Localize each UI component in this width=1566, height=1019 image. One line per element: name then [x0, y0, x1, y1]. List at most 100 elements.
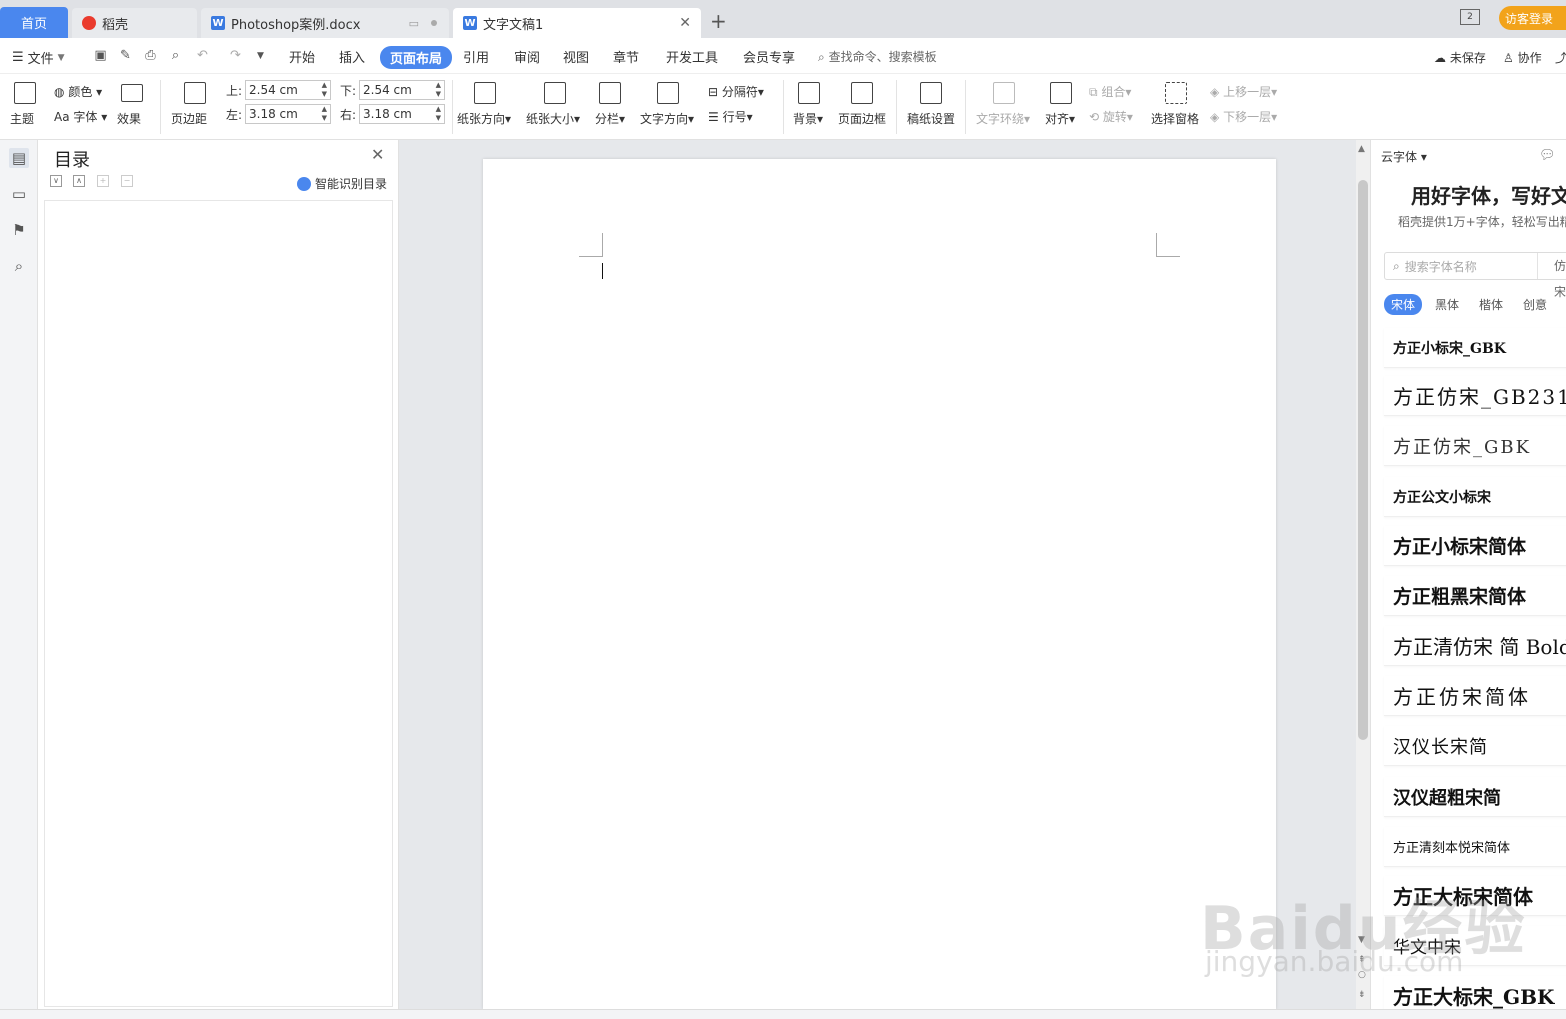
scroll-up-icon[interactable]: ▲: [1358, 144, 1365, 154]
document-page[interactable]: [483, 159, 1276, 1009]
grid-paper-icon[interactable]: [920, 82, 942, 104]
menu-references[interactable]: 引用: [463, 47, 489, 66]
unsaved-status[interactable]: ☁ 未保存: [1434, 49, 1486, 66]
tab-home[interactable]: 首页: [0, 7, 68, 38]
add-tab-button[interactable]: +: [710, 9, 727, 33]
font-category-kai[interactable]: 楷体: [1472, 294, 1510, 315]
cloud-font-header[interactable]: 云字体 ▾: [1381, 148, 1427, 165]
menu-review[interactable]: 审阅: [514, 47, 540, 66]
font-search-button[interactable]: 仿宋: [1537, 253, 1566, 299]
group-button[interactable]: ⧉ 组合▾: [1089, 83, 1131, 100]
search-icon[interactable]: ⌕: [9, 256, 29, 276]
chapter-nav-icon[interactable]: ▭: [9, 184, 29, 204]
add-icon[interactable]: +: [97, 175, 109, 187]
tab-photoshop-doc[interactable]: W Photoshop案例.docx ▭: [201, 8, 449, 38]
theme-button[interactable]: 主题: [10, 110, 34, 127]
page-border-icon[interactable]: [851, 82, 873, 104]
text-direction-icon[interactable]: [657, 82, 679, 104]
font-item[interactable]: 方正清刻本悦宋简体: [1384, 827, 1566, 867]
menu-member[interactable]: 会员专享: [743, 47, 795, 66]
save-icon[interactable]: ▣: [93, 48, 108, 63]
customize-toolbar-icon[interactable]: ▼: [253, 48, 268, 63]
login-button[interactable]: 访客登录: [1499, 6, 1566, 30]
selection-pane-button[interactable]: 选择窗格: [1151, 110, 1199, 127]
margins-button[interactable]: 页边距: [171, 110, 207, 127]
monitor-icon[interactable]: ▭: [409, 17, 419, 30]
orientation-button[interactable]: 纸张方向▾: [457, 110, 511, 127]
font-item[interactable]: 方正小标宋简体: [1384, 526, 1566, 566]
bookmark-icon[interactable]: ⚑: [9, 220, 29, 240]
columns-button[interactable]: 分栏▾: [595, 110, 625, 127]
top-margin-input[interactable]: 2.54 cm ▲ ▼: [245, 80, 331, 100]
expand-icon[interactable]: ∨: [50, 175, 62, 187]
background-button[interactable]: 背景▾: [793, 110, 823, 127]
font-item[interactable]: 方正粗黑宋简体: [1384, 576, 1566, 616]
background-icon[interactable]: [798, 82, 820, 104]
font-category-hei[interactable]: 黑体: [1428, 294, 1466, 315]
font-item[interactable]: 方正小标宋_GBK: [1384, 328, 1566, 368]
font-item[interactable]: 方正公文小标宋: [1384, 477, 1566, 517]
spinner-icon[interactable]: ▲ ▼: [322, 105, 327, 123]
menu-chapter[interactable]: 章节: [613, 47, 639, 66]
breaks-button[interactable]: ⊟ 分隔符▾: [708, 83, 764, 100]
font-category-song[interactable]: 宋体: [1384, 294, 1423, 315]
selection-pane-icon[interactable]: [1165, 82, 1187, 104]
font-item[interactable]: 方正仿宋简体: [1384, 676, 1566, 716]
undo-icon[interactable]: ↶: [195, 48, 210, 63]
align-icon[interactable]: [1050, 82, 1072, 104]
remove-icon[interactable]: −: [121, 175, 133, 187]
menu-view[interactable]: 视图: [563, 47, 589, 66]
scroll-thumb[interactable]: [1358, 180, 1368, 740]
chat-icon[interactable]: 💬︎: [1539, 148, 1556, 163]
close-icon[interactable]: ✕: [371, 145, 384, 164]
redo-icon[interactable]: ↷: [228, 48, 243, 63]
vertical-scrollbar[interactable]: ▲ ▼ ⇞ ○ ⇟: [1356, 140, 1370, 1009]
theme-icon[interactable]: [14, 82, 36, 104]
left-margin-input[interactable]: 3.18 cm ▲ ▼: [245, 104, 331, 124]
font-category-creative[interactable]: 创意: [1516, 294, 1554, 315]
grid-paper-button[interactable]: 稿纸设置: [907, 110, 955, 127]
effect-icon[interactable]: [121, 84, 143, 102]
file-menu[interactable]: ☰ 文件 ▼: [12, 48, 65, 67]
columns-icon[interactable]: [599, 82, 621, 104]
close-icon[interactable]: ✕: [679, 15, 691, 31]
paper-size-icon[interactable]: [544, 82, 566, 104]
font-button[interactable]: Aa 字体 ▾: [54, 108, 107, 125]
share-icon[interactable]: ⤴: [1555, 49, 1566, 66]
font-search-input[interactable]: ⌕ 搜索字体名称 仿宋: [1384, 252, 1566, 299]
font-item[interactable]: 方正清仿宋 简 Bold: [1384, 626, 1566, 666]
font-item[interactable]: 汉仪超粗宋简: [1384, 777, 1566, 817]
font-item[interactable]: 方正大标宋_GBK: [1384, 976, 1566, 1009]
bottom-margin-input[interactable]: 2.54 cm ▲ ▼: [359, 80, 445, 100]
menu-page-layout[interactable]: 页面布局: [380, 46, 453, 69]
rotate-button[interactable]: ⟲ 旋转▾: [1089, 108, 1133, 125]
margins-icon[interactable]: [184, 82, 206, 104]
tab-current-doc[interactable]: W 文字文稿1 ✕: [453, 8, 701, 38]
command-search[interactable]: ⌕ 查找命令、搜索模板: [818, 48, 937, 65]
effect-button[interactable]: 效果: [117, 110, 141, 127]
paper-size-button[interactable]: 纸张大小▾: [526, 110, 580, 127]
font-item[interactable]: 汉仪长宋简: [1384, 726, 1566, 766]
orientation-icon[interactable]: [474, 82, 496, 104]
page-border-button[interactable]: 页面边框: [838, 110, 886, 127]
color-button[interactable]: ◍ 颜色 ▾: [54, 83, 102, 100]
collab-button[interactable]: ♙ 协作: [1503, 49, 1542, 66]
wrap-text-button[interactable]: 文字环绕▾: [976, 110, 1030, 127]
format-painter-icon[interactable]: ✎: [118, 48, 133, 63]
collapse-icon[interactable]: ∧: [73, 175, 85, 187]
font-item[interactable]: 方正仿宋_GBK: [1384, 426, 1566, 466]
bring-forward-button[interactable]: ◈ 上移一层▾: [1210, 83, 1277, 100]
right-margin-input[interactable]: 3.18 cm ▲ ▼: [359, 104, 445, 124]
print-icon[interactable]: ⎙: [143, 48, 158, 63]
spinner-icon[interactable]: ▲ ▼: [322, 81, 327, 99]
line-numbers-button[interactable]: ☰ 行号▾: [708, 108, 753, 125]
smart-toc-button[interactable]: 智能识别目录: [297, 175, 387, 192]
wrap-text-icon[interactable]: [993, 82, 1015, 104]
send-backward-button[interactable]: ◈ 下移一层▾: [1210, 108, 1277, 125]
spinner-icon[interactable]: ▲ ▼: [436, 105, 441, 123]
tab-daoke[interactable]: 稻壳: [72, 8, 197, 38]
toc-nav-icon[interactable]: ▤: [9, 148, 29, 168]
text-direction-button[interactable]: 文字方向▾: [640, 110, 694, 127]
print-preview-icon[interactable]: ⌕: [168, 48, 183, 63]
menu-insert[interactable]: 插入: [339, 47, 365, 66]
